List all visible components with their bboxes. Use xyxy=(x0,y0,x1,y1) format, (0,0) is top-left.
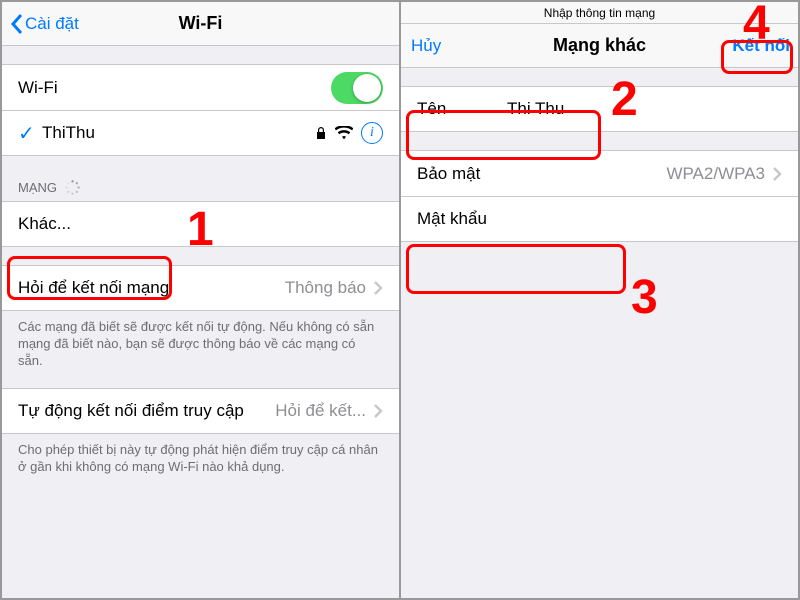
ask-to-join-value: Thông báo xyxy=(285,278,366,298)
auto-join-row[interactable]: Tự động kết nối điểm truy cập Hỏi để kết… xyxy=(2,388,399,434)
back-button[interactable]: Cài đặt xyxy=(10,13,79,35)
security-row[interactable]: Bảo mật WPA2/WPA3 xyxy=(401,150,798,196)
connected-network-name: ThiThu xyxy=(42,123,315,143)
check-icon: ✓ xyxy=(18,121,42,146)
page-title: Wi-Fi xyxy=(100,13,301,34)
password-field-label: Mật khẩu xyxy=(417,209,487,229)
chevron-right-icon xyxy=(374,404,383,418)
password-row[interactable]: Mật khẩu xyxy=(401,196,798,242)
other-network-pane: Nhập thông tin mạng Hủy Mạng khác Kết nố… xyxy=(399,2,798,598)
info-icon[interactable]: i xyxy=(361,122,383,144)
annotation-box-3 xyxy=(406,244,626,294)
connected-network-row[interactable]: ✓ ThiThu i xyxy=(2,110,399,156)
cancel-button[interactable]: Hủy xyxy=(409,36,441,56)
auto-join-label: Tự động kết nối điểm truy cập xyxy=(18,401,275,421)
navbar-wifi: Cài đặt Wi-Fi xyxy=(2,2,399,46)
name-field-label: Tên xyxy=(417,99,507,119)
connect-button[interactable]: Kết nối xyxy=(730,36,790,56)
auto-join-value: Hỏi để kết... xyxy=(275,401,366,421)
chevron-right-icon xyxy=(374,281,383,295)
network-name-row[interactable]: Tên Thi Thu xyxy=(401,86,798,132)
name-field-value: Thi Thu xyxy=(507,99,564,119)
wifi-settings-pane: Cài đặt Wi-Fi Wi-Fi ✓ ThiThu xyxy=(2,2,399,598)
subtitle-bar: Nhập thông tin mạng xyxy=(401,2,798,24)
wifi-toggle-label: Wi-Fi xyxy=(18,78,331,98)
wifi-signal-icon xyxy=(335,126,353,140)
ask-to-join-row[interactable]: Hỏi để kết nối mạng Thông báo xyxy=(2,265,399,311)
wifi-toggle-row: Wi-Fi xyxy=(2,64,399,110)
networks-section-header: MẠNG xyxy=(2,174,399,201)
navbar-other: Hủy Mạng khác Kết nối xyxy=(401,24,798,68)
chevron-right-icon xyxy=(773,167,782,181)
auto-join-footer: Cho phép thiết bị này tự động phát hiện … xyxy=(2,434,399,476)
security-label: Bảo mật xyxy=(417,164,666,184)
other-network-row[interactable]: Khác... xyxy=(2,201,399,247)
ask-to-join-footer: Các mạng đã biết sẽ được kết nối tự động… xyxy=(2,311,399,370)
other-network-label: Khác... xyxy=(18,214,383,234)
security-value: WPA2/WPA3 xyxy=(666,164,765,184)
ask-to-join-label: Hỏi để kết nối mạng xyxy=(18,278,285,298)
annotation-number-3: 3 xyxy=(631,270,658,325)
spinner-icon xyxy=(65,180,80,195)
page-title-other: Mạng khác xyxy=(499,35,700,56)
lock-icon xyxy=(315,126,327,140)
back-label: Cài đặt xyxy=(25,14,79,34)
wifi-toggle[interactable] xyxy=(331,72,383,104)
